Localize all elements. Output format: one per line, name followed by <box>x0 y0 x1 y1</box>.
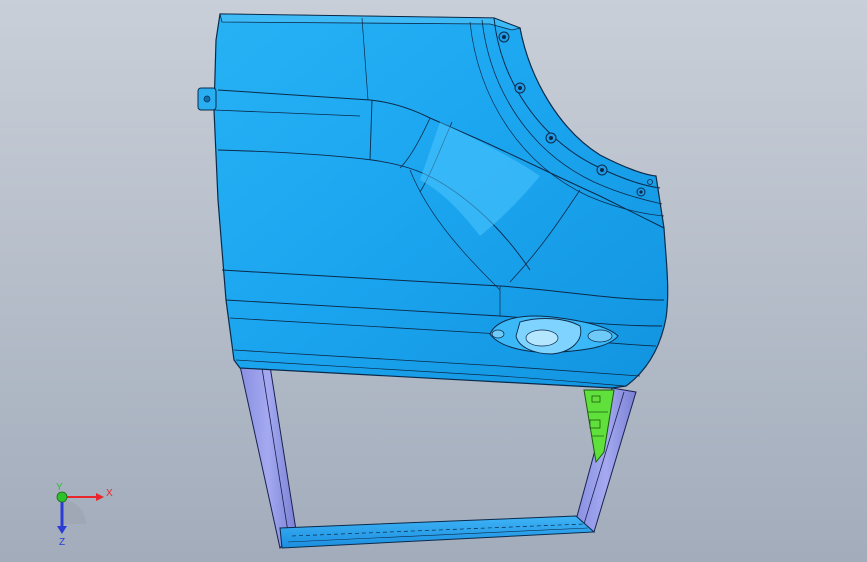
window-frame[interactable] <box>239 365 637 550</box>
coordinate-triad-icon: X Y Z <box>56 482 113 548</box>
graphics-viewport[interactable]: X Y Z <box>0 0 867 562</box>
triad-z-label: Z <box>59 537 65 548</box>
triad-x-label: X <box>106 488 113 499</box>
cad-model-canvas[interactable]: X Y Z <box>0 0 867 562</box>
triad-y-label: Y <box>56 482 63 493</box>
